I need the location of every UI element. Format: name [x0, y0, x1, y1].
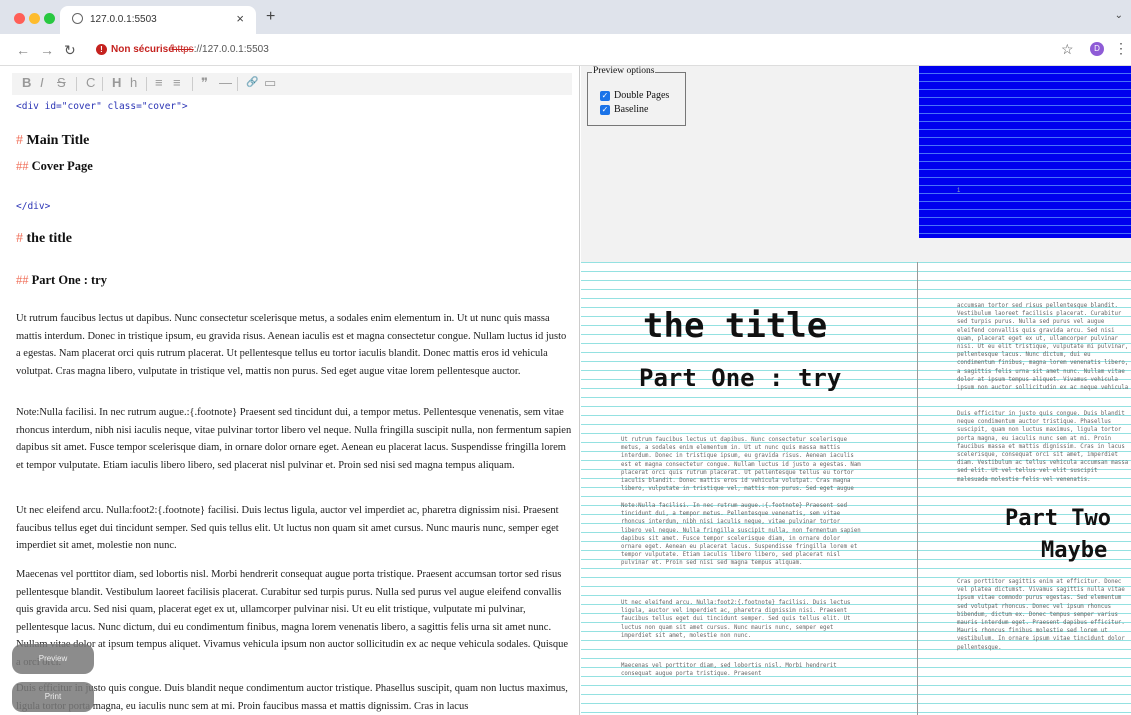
url-text[interactable]: https://127.0.0.1:5503 [172, 44, 269, 55]
preview-options-legend: Preview options [592, 66, 656, 76]
profile-avatar[interactable]: D [1090, 42, 1104, 56]
heading-cover-page: ## Cover Page [16, 158, 93, 176]
preview-paragraph: Duis efficitur in justo quis congue. Dui… [957, 411, 1129, 483]
paragraph: Ut rutrum faucibus lectus ut dapibus. Nu… [16, 313, 567, 377]
quote-icon[interactable]: ❞ [201, 75, 208, 91]
close-tab-icon[interactable]: × [236, 11, 244, 26]
horizontal-rule-icon[interactable]: — [219, 75, 232, 90]
bookmark-star-icon[interactable]: ☆ [1061, 41, 1074, 58]
double-pages-checkbox[interactable]: ✓ [600, 91, 610, 101]
image-icon[interactable]: ▭ [264, 75, 276, 91]
preview-paragraph: Note:Nulla facilisi. In nec rutrum augue… [621, 503, 861, 567]
back-arrow-icon[interactable]: ← [16, 42, 30, 58]
browser-tab-bar: 127.0.0.1:5503 × + ⌄ [0, 0, 1131, 34]
editor-toolbar: B I S C H h ≡ ≡ ❞ — 🔗 ▭ [12, 73, 572, 95]
link-icon[interactable]: 🔗 [246, 77, 258, 88]
preview-pane: Preview options ✓ Double Pages ✓ Baselin… [581, 66, 1131, 715]
preview-button[interactable]: Preview [12, 644, 94, 674]
heading-text: Part One : try [31, 273, 107, 287]
paragraph: Maecenas vel porttitor diam, sed loborti… [16, 569, 569, 668]
preview-title: the title [643, 306, 828, 346]
heading-text: the title [26, 231, 72, 246]
security-label[interactable]: Non sécurisé [111, 44, 174, 55]
preview-paragraph: Cras porttitor sagittis enim at efficitu… [957, 579, 1125, 651]
bold-icon[interactable]: B [22, 75, 31, 90]
baseline-label[interactable]: Baseline [614, 104, 648, 115]
italic-icon[interactable]: I [40, 75, 44, 90]
page-number: 1 [957, 188, 961, 194]
cover-page-preview: 1 [919, 66, 1131, 238]
browser-menu-icon[interactable]: ⋮ [1114, 40, 1128, 57]
bullet-list-icon[interactable]: ≡ [155, 75, 163, 90]
heading-marker: # [16, 231, 23, 246]
browser-tab[interactable]: 127.0.0.1:5503 × [60, 6, 256, 34]
maximize-window-dot[interactable] [44, 13, 55, 24]
url-host: ://127.0.0.1:5503 [193, 44, 269, 55]
minimize-window-dot[interactable] [29, 13, 40, 24]
code-icon[interactable]: C [86, 75, 95, 90]
heading-text: Cover Page [31, 159, 93, 173]
code-line-cover-open: <div id="cover" class="cover"> [16, 101, 188, 112]
preview-paragraph: Maecenas vel porttitor diam, sed loborti… [621, 663, 837, 678]
paragraph: Note:Nulla facilisi. In nec rutrum augue… [16, 407, 572, 471]
paragraph: Ut nec eleifend arcu. Nulla:foot2:{.foot… [16, 505, 559, 551]
heading-icon[interactable]: H [112, 75, 121, 90]
tab-search-chevron-icon[interactable]: ⌄ [1115, 10, 1123, 21]
code-line-cover-close: </div> [16, 201, 51, 212]
forward-arrow-icon[interactable]: → [40, 42, 54, 58]
preview-options-fieldset: Preview options ✓ Double Pages ✓ Baselin… [587, 66, 686, 126]
preview-part-two-line1: Part Two [1005, 506, 1111, 531]
address-bar: ← → ↻ ! Non sécurisé https://127.0.0.1:5… [0, 34, 1131, 66]
globe-icon [72, 13, 83, 24]
preview-part-two-line2: Maybe [1041, 538, 1108, 563]
baseline-checkbox[interactable]: ✓ [600, 105, 610, 115]
heading-the-title: # the title [16, 230, 72, 248]
paragraph: Duis efficitur in justo quis congue. Dui… [16, 683, 568, 712]
warning-icon: ! [96, 44, 107, 55]
reload-icon[interactable]: ↻ [64, 42, 76, 59]
heading-marker: ## [16, 273, 29, 287]
preview-paragraph: accumsan tortor sed risus pellentesque b… [957, 303, 1129, 392]
page-divider [917, 262, 918, 715]
preview-paragraph: Ut rutrum faucibus lectus ut dapibus. Nu… [621, 437, 861, 493]
strikethrough-icon[interactable]: S [57, 75, 66, 90]
url-field[interactable]: ! Non sécurisé https://127.0.0.1:5503 [92, 38, 1052, 62]
numbered-list-icon[interactable]: ≡ [173, 75, 181, 90]
print-button[interactable]: Print [12, 682, 94, 712]
url-scheme: https [172, 44, 194, 55]
close-window-dot[interactable] [14, 13, 25, 24]
heading-text: Main Title [26, 133, 90, 148]
heading-part-one: ## Part One : try [16, 272, 107, 290]
heading-marker: # [16, 133, 23, 148]
heading-main-title: # Main Title [16, 132, 89, 150]
subheading-icon[interactable]: h [130, 75, 137, 90]
new-tab-icon[interactable]: + [266, 8, 275, 26]
preview-paragraph: Ut nec eleifend arcu. Nulla:foot2:{.foot… [621, 600, 851, 639]
tab-title: 127.0.0.1:5503 [90, 14, 157, 25]
heading-marker: ## [16, 159, 29, 173]
markdown-editor[interactable]: B I S C H h ≡ ≡ ❞ — 🔗 ▭ <div id="cover" … [0, 66, 580, 715]
preview-part-one: Part One : try [639, 364, 842, 392]
double-pages-label[interactable]: Double Pages [614, 90, 669, 101]
